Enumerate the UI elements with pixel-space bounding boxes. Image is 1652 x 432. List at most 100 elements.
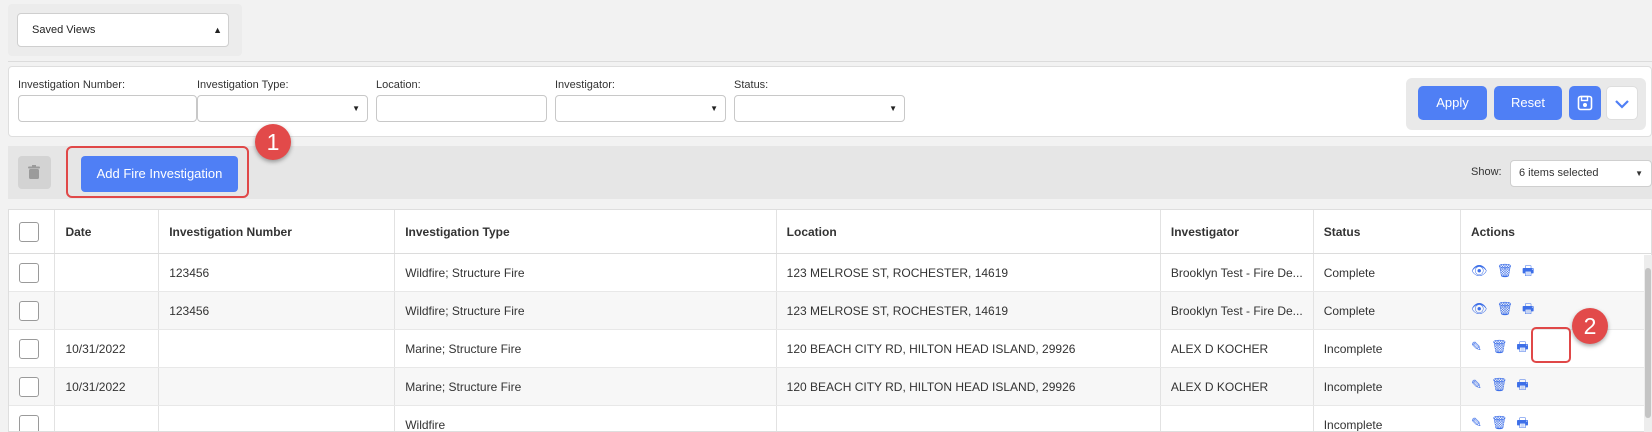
investigator-label: Investigator: [555,79,615,91]
table-row: 123456 Wildfire; Structure Fire 123 MELR… [9,291,1651,330]
trash-icon[interactable]: 🗑 [1491,339,1508,354]
cell-actions: ✎ 🗑 🖶 [1460,367,1651,406]
row-checkbox[interactable] [19,414,39,431]
cell-investigation-number: 123456 [158,253,396,292]
cell-investigation-number [158,329,396,368]
cell-investigator: Brooklyn Test - Fire De... [1160,253,1314,292]
table-header-row: Date Investigation Number Investigation … [9,210,1651,254]
column-location[interactable]: Location [776,210,1161,254]
chevron-down-icon [1615,100,1629,109]
print-icon[interactable]: 🖶 [1516,415,1528,430]
cell-status: Incomplete [1313,405,1461,431]
show-columns-select[interactable]: 6 items selected ▼ [1510,160,1652,187]
cell-location [776,405,1161,431]
filter-investigator: Investigator: ▼ [555,79,726,122]
cell-status: Incomplete [1313,329,1461,368]
bulk-delete-button[interactable] [18,156,51,189]
select-all-checkbox[interactable] [19,221,39,242]
cell-actions: ✎ 🗑 🖶 [1460,405,1651,431]
filter-location: Location: [376,79,547,122]
print-icon[interactable]: 🖶 [1522,301,1534,316]
column-investigation-number[interactable]: Investigation Number [158,210,396,254]
table-scrollbar-thumb[interactable] [1645,268,1651,418]
edit-icon[interactable]: ✎ [1471,339,1482,354]
investigation-number-label: Investigation Number: [18,79,125,91]
cell-investigation-type: Wildfire; Structure Fire [394,291,777,330]
cell-investigation-number [158,367,396,406]
divider [8,61,1652,62]
trash-icon[interactable]: 🗑 [1496,301,1513,316]
table-row: 10/31/2022 Marine; Structure Fire 120 BE… [9,329,1651,368]
select-all-cell [9,210,56,254]
investigator-select[interactable]: ▼ [555,95,726,122]
cell-investigation-type: Wildfire; Structure Fire [394,253,777,292]
investigation-type-label: Investigation Type: [197,79,289,91]
save-view-button[interactable] [1569,86,1601,120]
print-icon[interactable]: 🖶 [1522,263,1534,278]
investigation-type-select[interactable]: ▼ [197,95,368,122]
cell-date [54,405,160,431]
cell-date [54,253,160,292]
filter-status: Status: ▼ [734,79,905,122]
cell-investigation-type: Marine; Structure Fire [394,367,777,406]
column-date[interactable]: Date [54,210,160,254]
saved-views-label: Saved Views [32,24,96,36]
caret-down-icon: ▼ [889,104,897,113]
saved-views-select[interactable]: Saved Views ▲ [17,13,229,47]
row-checkbox[interactable] [19,338,39,359]
cell-investigator [1160,405,1314,431]
caret-down-icon: ▼ [1635,169,1643,178]
show-columns-value: 6 items selected [1519,167,1599,179]
cell-investigation-number [158,405,396,431]
filter-investigation-type: Investigation Type: ▼ [197,79,368,122]
cell-date [54,291,160,330]
investigation-number-input[interactable] [18,95,197,122]
trash-icon[interactable]: 🗑 [1491,415,1508,430]
updown-icon: ▲ [213,25,222,35]
trash-icon [28,165,40,179]
location-input[interactable] [376,95,547,122]
expand-filters-button[interactable] [1606,86,1638,120]
edit-icon[interactable]: ✎ [1471,415,1482,430]
show-label: Show: [1471,166,1502,178]
cell-actions: 👁 🗑 🖶 [1460,291,1651,330]
row-checkbox[interactable] [19,376,39,397]
cell-actions: 👁 🗑 🖶 [1460,253,1651,292]
investigations-table: Date Investigation Number Investigation … [8,209,1652,432]
print-icon[interactable]: 🖶 [1516,377,1528,392]
row-checkbox[interactable] [19,300,39,321]
annotation-highlight-1 [66,146,249,198]
column-actions: Actions [1460,210,1651,254]
location-label: Location: [376,79,421,91]
annotation-badge-2: 2 [1572,308,1608,344]
column-status[interactable]: Status [1313,210,1461,254]
column-investigation-type[interactable]: Investigation Type [394,210,777,254]
table-row: 123456 Wildfire; Structure Fire 123 MELR… [9,253,1651,292]
column-investigator[interactable]: Investigator [1160,210,1314,254]
save-icon [1577,95,1593,111]
print-icon[interactable]: 🖶 [1516,339,1528,354]
row-checkbox[interactable] [19,262,39,283]
status-select[interactable]: ▼ [734,95,905,122]
cell-location: 120 BEACH CITY RD, HILTON HEAD ISLAND, 2… [776,367,1161,406]
apply-button[interactable]: Apply [1418,86,1487,120]
cell-investigation-number: 123456 [158,291,396,330]
saved-views-panel: Saved Views ▲ [8,4,242,56]
trash-icon[interactable]: 🗑 [1496,263,1513,278]
trash-icon[interactable]: 🗑 [1491,377,1508,392]
table-row: 10/31/2022 Marine; Structure Fire 120 BE… [9,367,1651,406]
view-icon[interactable]: 👁 [1471,263,1488,278]
cell-status: Complete [1313,253,1461,292]
cell-investigator: Brooklyn Test - Fire De... [1160,291,1314,330]
reset-button[interactable]: Reset [1494,86,1562,120]
cell-date: 10/31/2022 [54,367,160,406]
status-label: Status: [734,79,769,91]
cell-investigation-type: Wildfire [394,405,777,431]
cell-investigation-type: Marine; Structure Fire [394,329,777,368]
view-icon[interactable]: 👁 [1471,301,1488,316]
annotation-highlight-2 [1531,327,1571,363]
cell-location: 123 MELROSE ST, ROCHESTER, 14619 [776,253,1161,292]
edit-icon[interactable]: ✎ [1471,377,1482,392]
cell-location: 120 BEACH CITY RD, HILTON HEAD ISLAND, 2… [776,329,1161,368]
cell-date: 10/31/2022 [54,329,160,368]
